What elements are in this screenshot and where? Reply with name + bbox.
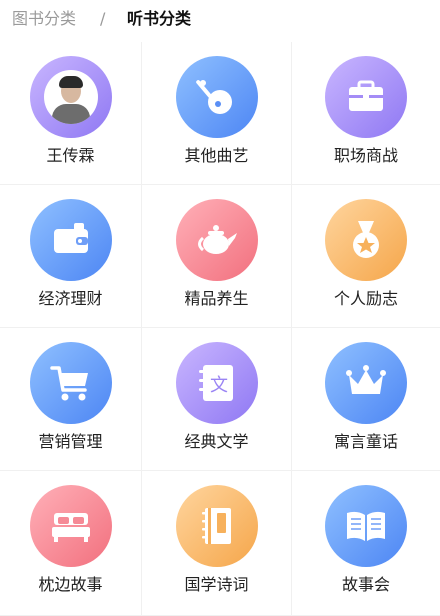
category-item-bedtime[interactable]: 枕边故事 — [0, 471, 142, 616]
book-wen-icon: 文 — [175, 342, 258, 424]
category-item-motivation[interactable]: 个人励志 — [292, 185, 440, 328]
category-item-marketing[interactable]: 营销管理 — [0, 328, 142, 471]
category-item-author[interactable]: 王传霖 — [0, 42, 142, 185]
pipa-icon — [175, 56, 258, 138]
category-label: 经典文学 — [184, 432, 249, 451]
category-label: 职场商战 — [333, 146, 398, 165]
tab-book-categories[interactable]: 图书分类 — [12, 9, 76, 29]
tab-separator: / — [100, 9, 106, 28]
category-label: 故事会 — [341, 575, 390, 594]
category-item-fable[interactable]: 寓言童话 — [292, 328, 440, 471]
author-avatar-icon — [29, 56, 112, 138]
category-grid: 王传霖 其他曲艺 职场商战 经济理财 精品养生 个人励志 营销管理 文 经典文学… — [0, 42, 440, 616]
category-item-classics[interactable]: 国学诗词 — [142, 471, 292, 616]
teapot-icon — [175, 199, 258, 281]
category-label: 国学诗词 — [184, 575, 249, 594]
category-label: 寓言童话 — [333, 432, 398, 451]
category-item-health[interactable]: 精品养生 — [142, 185, 292, 328]
category-item-business[interactable]: 职场商战 — [292, 42, 440, 185]
wallet-icon — [29, 199, 112, 281]
open-book-icon — [325, 485, 407, 567]
scroll-book-icon — [175, 485, 258, 567]
category-tabs: 图书分类 / 听书分类 — [0, 0, 440, 40]
category-item-stories[interactable]: 故事会 — [292, 471, 440, 616]
category-item-quyi[interactable]: 其他曲艺 — [142, 42, 292, 185]
briefcase-icon — [325, 56, 407, 138]
category-item-finance[interactable]: 经济理财 — [0, 185, 142, 328]
book-wen-glyph: 文 — [210, 375, 228, 396]
tab-audio-categories[interactable]: 听书分类 — [127, 9, 191, 29]
category-label: 精品养生 — [184, 289, 249, 308]
category-label: 枕边故事 — [38, 575, 103, 594]
bed-icon — [29, 485, 112, 567]
avatar — [43, 70, 98, 124]
category-label: 其他曲艺 — [184, 146, 249, 165]
category-label: 营销管理 — [38, 432, 103, 451]
category-label: 王传霖 — [46, 146, 95, 165]
crown-icon — [325, 342, 407, 424]
category-label: 个人励志 — [333, 289, 398, 308]
cart-icon — [29, 342, 112, 424]
medal-icon — [325, 199, 407, 281]
category-label: 经济理财 — [38, 289, 103, 308]
category-item-literature[interactable]: 文 经典文学 — [142, 328, 292, 471]
